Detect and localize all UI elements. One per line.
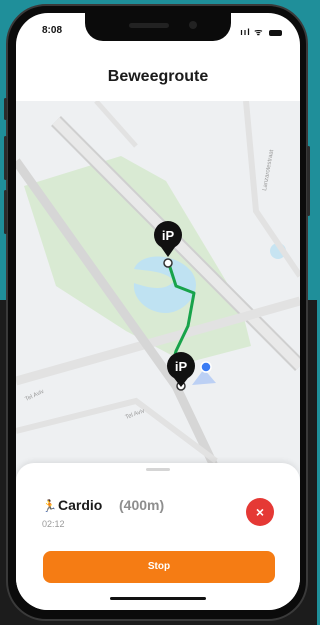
running-icon: 🏃	[42, 499, 57, 513]
mute-switch	[4, 98, 7, 120]
app-screen: 8:08 ııl ᯤ Beweegroute iP iP Lanzarotest…	[16, 13, 300, 610]
volume-down-button	[4, 190, 7, 234]
svg-text:iP: iP	[175, 359, 188, 374]
battery-icon	[269, 29, 282, 36]
route-start-point	[163, 258, 173, 268]
signal-wifi-icon: ııl ᯤ	[240, 27, 264, 37]
activity-elapsed-time: 02:12	[42, 519, 65, 529]
status-icons: ııl ᯤ	[240, 25, 282, 38]
close-button[interactable]: ×	[246, 498, 274, 526]
activity-name: Cardio	[58, 497, 103, 513]
notch	[85, 13, 231, 41]
sheet-handle[interactable]	[146, 468, 170, 471]
volume-up-button	[4, 136, 7, 180]
status-time: 8:08	[42, 25, 63, 36]
home-indicator[interactable]	[110, 597, 206, 600]
route-map[interactable]: iP iP Lanzarotestraat Tel Aviv Tel Aviv	[16, 101, 300, 491]
activity-distance: (400m)	[119, 497, 165, 513]
page-title: Beweegroute	[107, 68, 209, 85]
activity-sheet: 🏃 Cardio (400m) 02:12 × Stop	[16, 463, 300, 610]
svg-text:iP: iP	[162, 228, 175, 243]
stop-button[interactable]: Stop	[43, 551, 275, 583]
close-icon: ×	[255, 504, 265, 520]
speaker	[129, 23, 169, 28]
power-button	[307, 146, 310, 216]
camera	[189, 21, 197, 29]
